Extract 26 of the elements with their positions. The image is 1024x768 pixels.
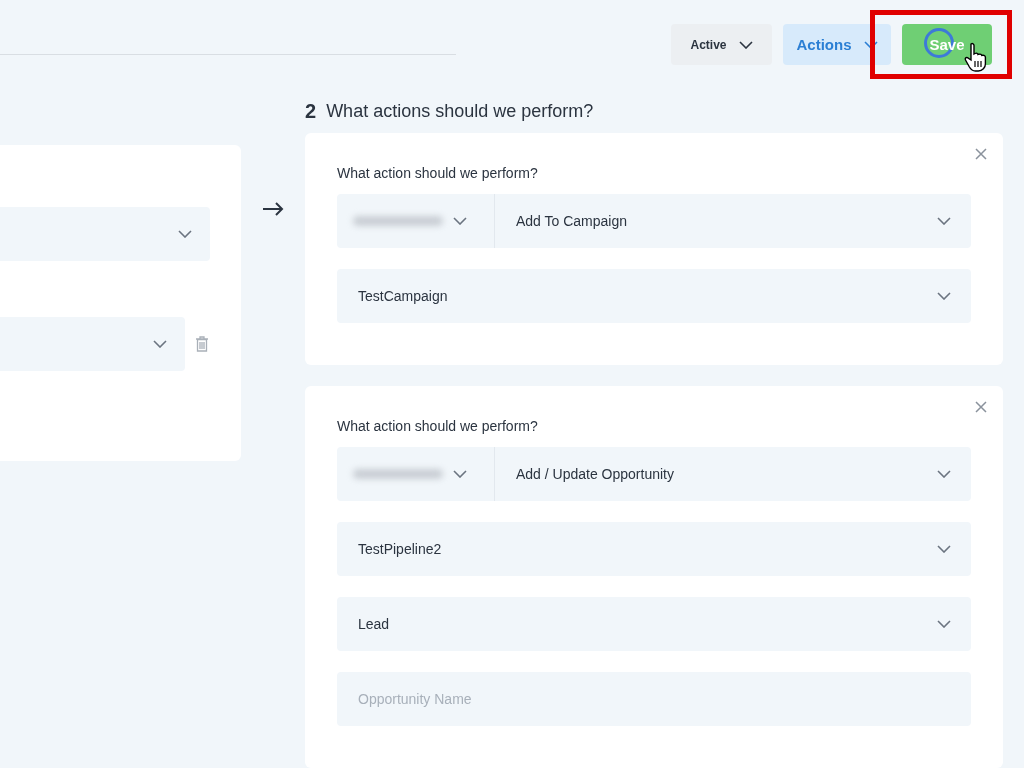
chevron-down-icon: [738, 40, 753, 49]
chevron-down-icon: [863, 40, 878, 49]
arrow-right-icon: [262, 202, 284, 216]
select-field[interactable]: TestPipeline2: [337, 522, 971, 576]
chevron-down-icon: [937, 545, 951, 553]
input-field[interactable]: Opportunity Name: [337, 672, 971, 726]
select-field[interactable]: [0, 207, 210, 261]
trash-icon[interactable]: [195, 336, 209, 352]
chevron-down-icon: [937, 470, 951, 478]
chevron-down-icon: [153, 340, 167, 348]
close-icon[interactable]: [975, 148, 987, 160]
chevron-down-icon: [937, 292, 951, 300]
field-label: What action should we perform?: [337, 165, 539, 181]
select-field[interactable]: [0, 317, 185, 371]
close-icon[interactable]: [975, 401, 987, 413]
select-field[interactable]: Lead: [337, 597, 971, 651]
section-title: What actions should we perform?: [326, 100, 594, 122]
chevron-down-icon: [937, 217, 951, 225]
chevron-down-icon: [453, 470, 467, 478]
select-field[interactable]: TestCampaign: [337, 269, 971, 323]
status-dropdown[interactable]: Active: [671, 24, 772, 65]
chevron-down-icon: [453, 217, 467, 225]
field-label: What action should we perform?: [337, 418, 539, 434]
chevron-down-icon: [937, 620, 951, 628]
step-number: 2: [305, 99, 317, 123]
chevron-down-icon: [178, 230, 192, 238]
